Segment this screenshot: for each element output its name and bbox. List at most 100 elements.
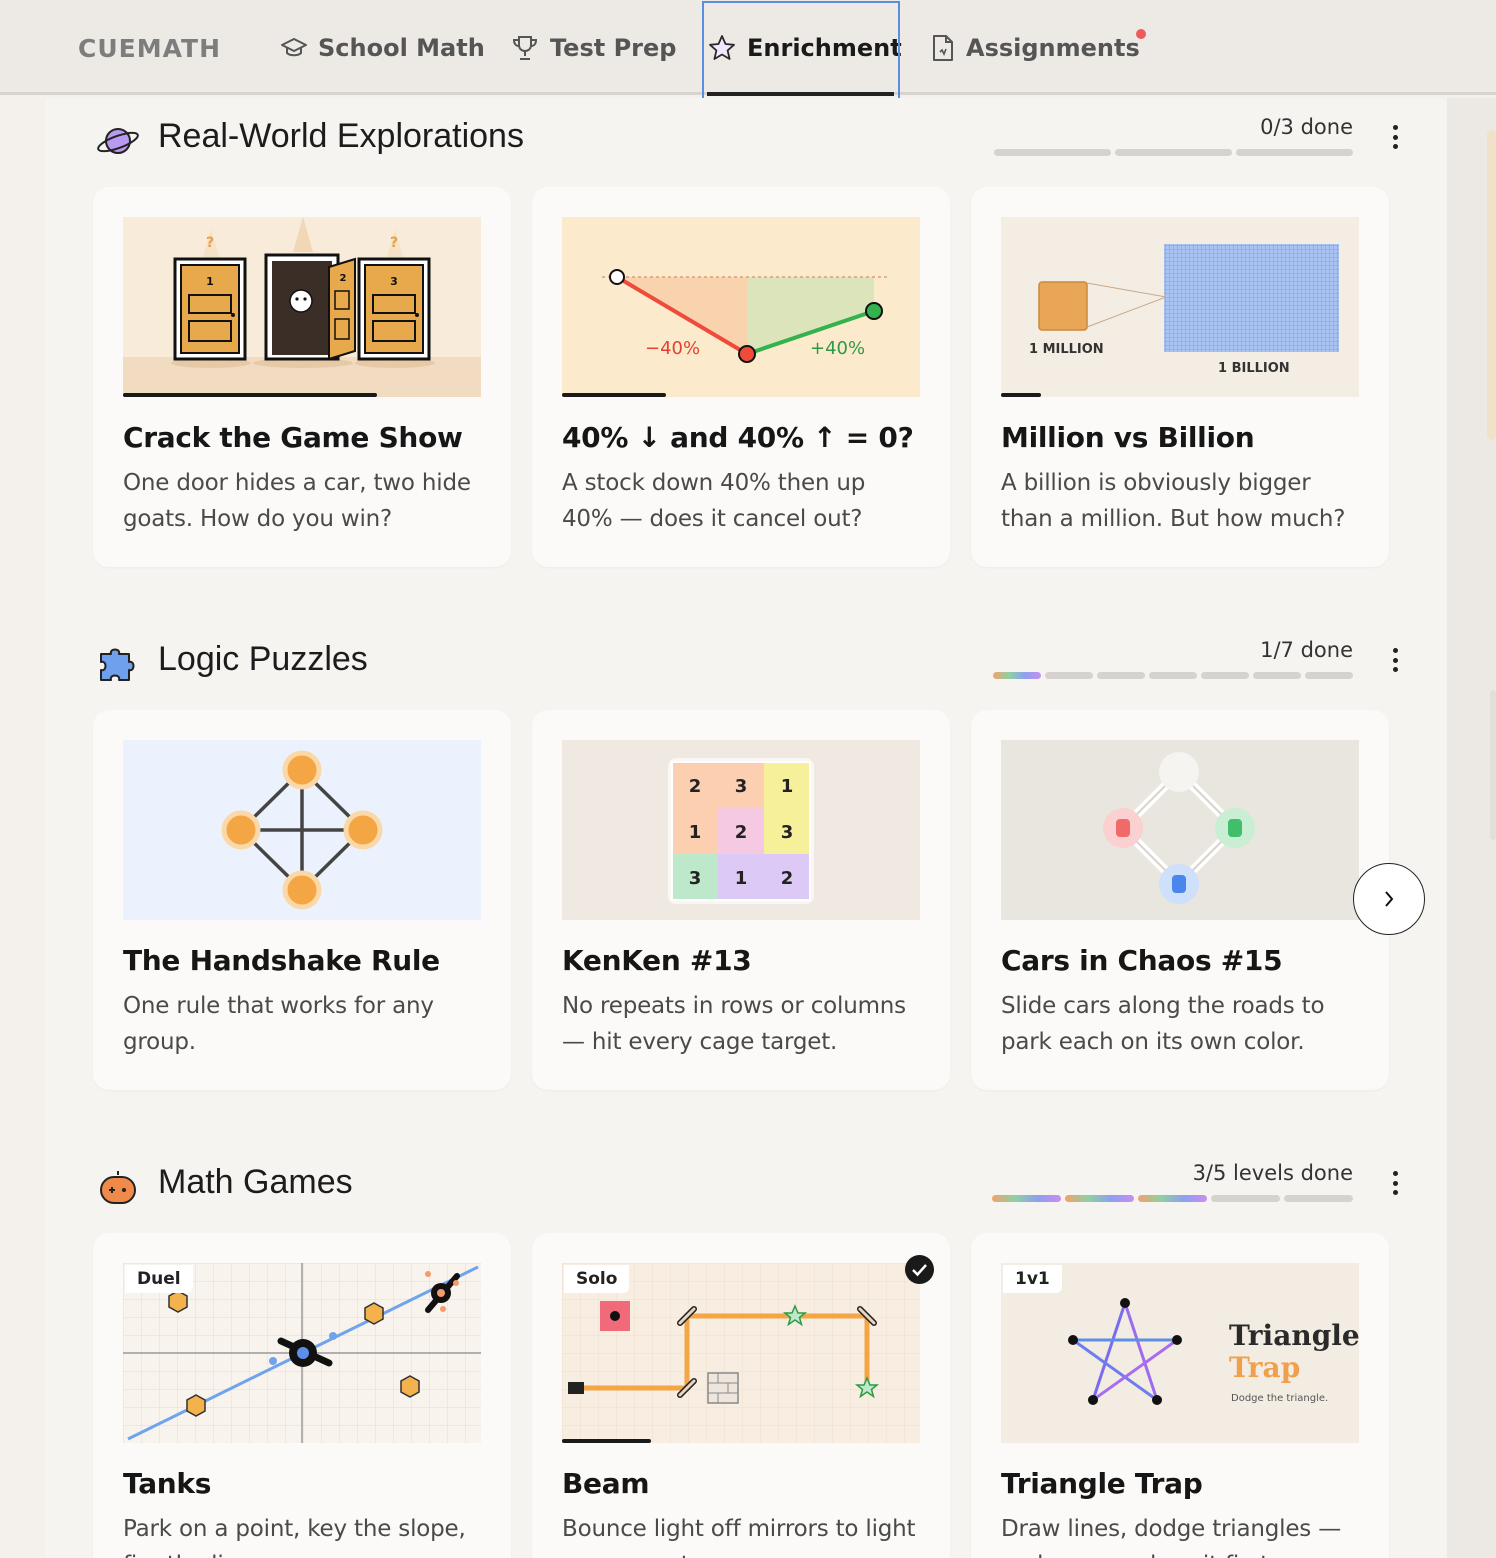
kenken-cell: 2 <box>781 868 794 889</box>
thumb-label-million: 1 MILLION <box>1029 342 1104 357</box>
thumb-game-title-accent: Trap <box>1229 1351 1300 1384</box>
progress-segment <box>994 149 1111 156</box>
card-description: Slide cars along the roads to park each … <box>1001 993 1325 1055</box>
svg-text:3: 3 <box>390 275 398 288</box>
svg-text:?: ? <box>390 235 398 251</box>
trophy-icon <box>512 36 538 60</box>
kenken-grid-illustration: 2 3 1 1 2 3 3 1 2 <box>668 758 814 904</box>
section-progress-text: 1/7 done <box>1260 638 1353 662</box>
gamepad-icon <box>100 1171 136 1204</box>
card-thumbnail: Triangle Trap Dodge the triangle. 1v1 <box>1001 1263 1359 1443</box>
section-header-logic-puzzles: Logic Puzzles 1/7 done <box>95 638 1405 688</box>
card-40-percent[interactable]: −40% +40% 40% ↓ and 40% ↑ = 0? A stock d… <box>532 187 950 567</box>
puzzle-icon <box>100 648 135 681</box>
brand-logo[interactable]: CUEMATH <box>78 34 221 63</box>
mode-badge: Duel <box>125 1265 193 1293</box>
thumb-label-billion: 1 BILLION <box>1218 361 1290 376</box>
card-description: Draw lines, dodge triangles — make one o… <box>1001 1516 1341 1558</box>
section-more-menu[interactable] <box>1385 1167 1405 1199</box>
active-tab-indicator <box>707 92 894 96</box>
side-panel-edge-secondary[interactable] <box>1490 690 1496 840</box>
card-thumbnail: ? ? 1 2 3 <box>123 217 481 397</box>
doors-illustration: ? ? 1 2 3 <box>123 217 481 397</box>
tab-label: Test Prep <box>550 34 677 62</box>
kenken-cell: 3 <box>781 822 794 843</box>
thumb-label-plus: +40% <box>810 338 865 359</box>
notification-dot <box>1136 29 1146 39</box>
kenken-cell: 2 <box>735 822 748 843</box>
card-title: Cars in Chaos #15 <box>1001 944 1283 977</box>
tab-school-math[interactable]: School Math <box>280 28 485 68</box>
card-thumbnail: 1 MILLION 1 BILLION <box>1001 217 1359 397</box>
section-header-real-world: Real-World Explorations 0/3 done <box>95 115 1405 165</box>
svg-text:?: ? <box>206 235 214 251</box>
card-description: Bounce light off mirrors to light up eve… <box>562 1516 916 1558</box>
progress-segment <box>1284 1195 1353 1202</box>
thumb-game-subtitle: Dodge the triangle. <box>1231 1393 1328 1404</box>
progress-segment <box>1097 672 1145 679</box>
card-progress-bar <box>562 1439 651 1443</box>
card-thumbnail: Solo <box>562 1263 920 1443</box>
card-title: Beam <box>562 1467 650 1500</box>
progress-segment <box>1236 149 1353 156</box>
chevron-right-icon <box>1385 891 1394 907</box>
card-title: KenKen #13 <box>562 944 752 977</box>
carousel-next-button[interactable] <box>1353 863 1425 935</box>
percent-line-illustration: −40% +40% <box>602 269 887 363</box>
card-triangle-trap[interactable]: Triangle Trap Dodge the triangle. 1v1 Tr… <box>971 1233 1389 1558</box>
card-progress-bar <box>123 393 377 397</box>
progress-segment <box>1211 1195 1280 1202</box>
card-description: One rule that works for any group. <box>123 993 434 1055</box>
progress-segment <box>1305 672 1353 679</box>
mode-badge: Solo <box>564 1265 630 1293</box>
section-progress-bar <box>993 672 1353 679</box>
progress-segment-done <box>1138 1195 1207 1202</box>
tab-label: School Math <box>318 34 485 62</box>
card-crack-the-game-show[interactable]: ? ? 1 2 3 Crack the Game Show One door h… <box>93 187 511 567</box>
kenken-cell: 3 <box>735 776 748 797</box>
section-more-menu[interactable] <box>1385 121 1405 153</box>
completed-check-icon <box>905 1255 934 1284</box>
thumb-game-title: Triangle <box>1229 1319 1359 1352</box>
card-million-vs-billion[interactable]: 1 MILLION 1 BILLION Million vs Billion A… <box>971 187 1389 567</box>
progress-segment-done <box>992 1195 1061 1202</box>
kenken-cell: 1 <box>735 868 748 889</box>
kenken-cell: 1 <box>781 776 794 797</box>
cars-road-illustration <box>1103 752 1255 904</box>
card-kenken-13[interactable]: 2 3 1 1 2 3 3 1 2 KenKen #13 No repeats … <box>532 710 950 1090</box>
tab-assignments[interactable]: Assignments <box>930 28 1140 68</box>
card-beam[interactable]: Solo Beam Bounce light off mirrors to li… <box>532 1233 950 1558</box>
card-progress-bar <box>562 393 666 397</box>
card-thumbnail <box>1001 740 1359 920</box>
graduation-cap-icon <box>281 38 307 57</box>
card-description: One door hides a car, two hide goats. Ho… <box>123 470 471 532</box>
card-cars-in-chaos-15[interactable]: Cars in Chaos #15 Slide cars along the r… <box>971 710 1389 1090</box>
section-more-menu[interactable] <box>1385 644 1405 676</box>
card-tanks[interactable]: Duel Tanks Park on a point, key the slop… <box>93 1233 511 1558</box>
tab-test-prep[interactable]: Test Prep <box>510 28 676 68</box>
card-title: Million vs Billion <box>1001 421 1255 454</box>
section-title: Logic Puzzles <box>158 640 368 678</box>
card-thumbnail: 2 3 1 1 2 3 3 1 2 <box>562 740 920 920</box>
section-header-math-games: Math Games 3/5 levels done <box>95 1161 1405 1211</box>
card-title: 40% ↓ and 40% ↑ = 0? <box>562 421 914 454</box>
handshake-graph-illustration <box>221 750 383 910</box>
planet-icon <box>97 128 139 154</box>
progress-segment <box>1201 672 1249 679</box>
card-thumbnail <box>123 740 481 920</box>
card-handshake-rule[interactable]: The Handshake Rule One rule that works f… <box>93 710 511 1090</box>
side-panel-edge[interactable] <box>1487 130 1496 440</box>
kenken-cell: 2 <box>689 776 702 797</box>
progress-segment-done <box>993 672 1041 679</box>
card-description: No repeats in rows or columns — hit ever… <box>562 993 906 1055</box>
section-progress-bar <box>992 1195 1353 1202</box>
card-title: Tanks <box>123 1467 212 1500</box>
progress-segment <box>1253 672 1301 679</box>
section-progress-text: 0/3 done <box>1260 115 1353 139</box>
progress-segment-done <box>1065 1195 1134 1202</box>
svg-text:2: 2 <box>340 273 347 284</box>
mode-badge: 1v1 <box>1003 1265 1062 1293</box>
card-thumbnail: −40% +40% <box>562 217 920 397</box>
progress-segment <box>1045 672 1093 679</box>
card-description: A billion is obviously bigger than a mil… <box>1001 470 1346 532</box>
